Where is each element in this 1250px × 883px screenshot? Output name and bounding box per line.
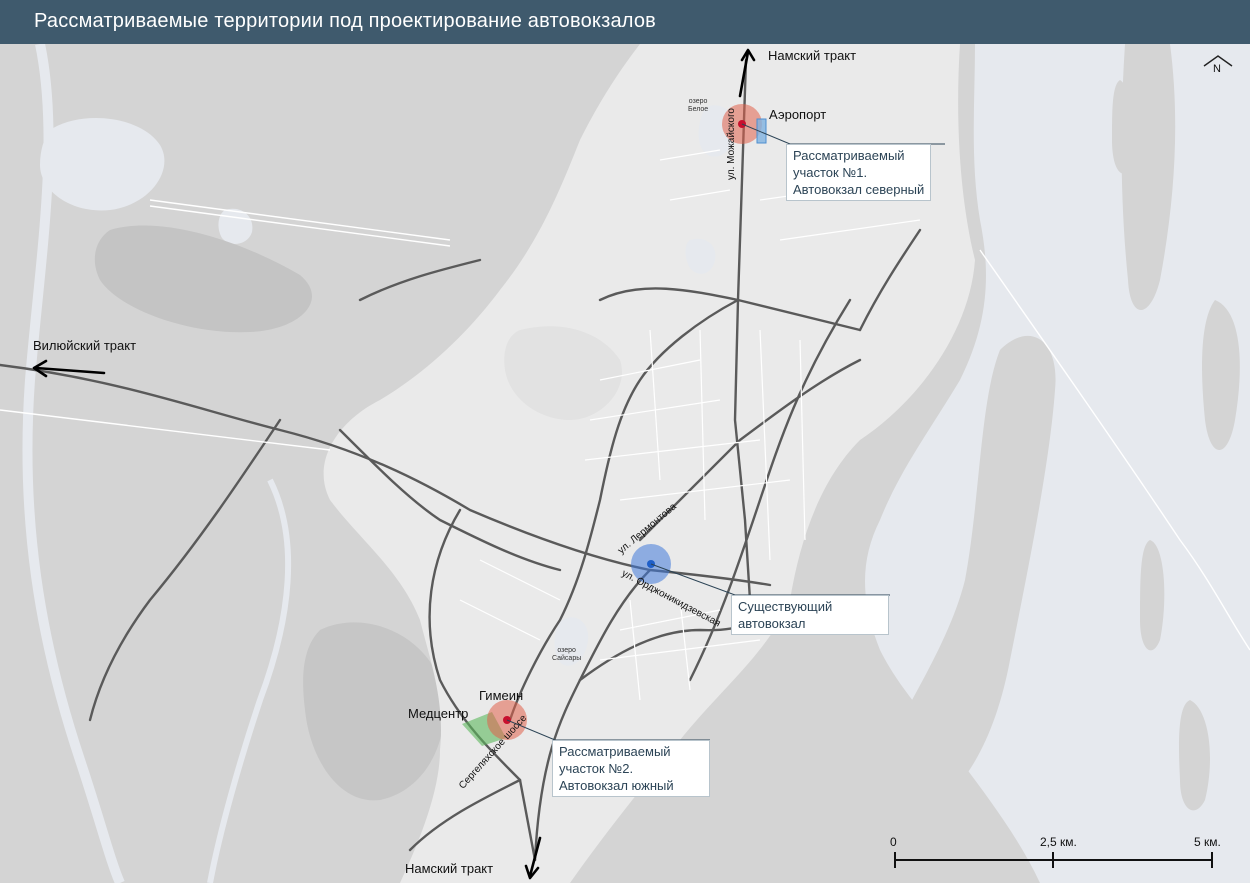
north-label: N <box>1213 63 1221 75</box>
scale-label-0: 0 <box>890 835 897 849</box>
place-label-airport: Аэропорт <box>769 107 827 122</box>
place-label-gimein: Гимеин <box>479 688 524 703</box>
page-title: Рассматриваемые территории под проектиро… <box>34 10 657 32</box>
callout-site-1[interactable]: Рассматриваемый участок №1. Автовокзал с… <box>786 144 932 201</box>
callout-site-2[interactable]: Рассматриваемый участок №2. Автовокзал ю… <box>552 740 710 797</box>
callout-existing-station[interactable]: Существующий автовокзал <box>731 595 889 635</box>
road-label-north: Намский тракт <box>768 48 857 63</box>
road-label-south: Намский тракт <box>405 861 494 876</box>
road-label-west: Вилюйский тракт <box>33 338 137 353</box>
lake-label-beloe: озеро Белое <box>688 98 709 113</box>
title-bar: Рассматриваемые территории под проектиро… <box>0 0 1250 44</box>
lake-label-saysary: озеро Сайсары <box>552 647 582 662</box>
street-label-mozhaiskogo: ул. Можайского <box>726 108 737 180</box>
scale-label-2-5: 2,5 км. <box>1040 835 1077 849</box>
scale-label-5: 5 км. <box>1194 835 1221 849</box>
place-label-medcenter: Медцентр <box>408 706 469 721</box>
